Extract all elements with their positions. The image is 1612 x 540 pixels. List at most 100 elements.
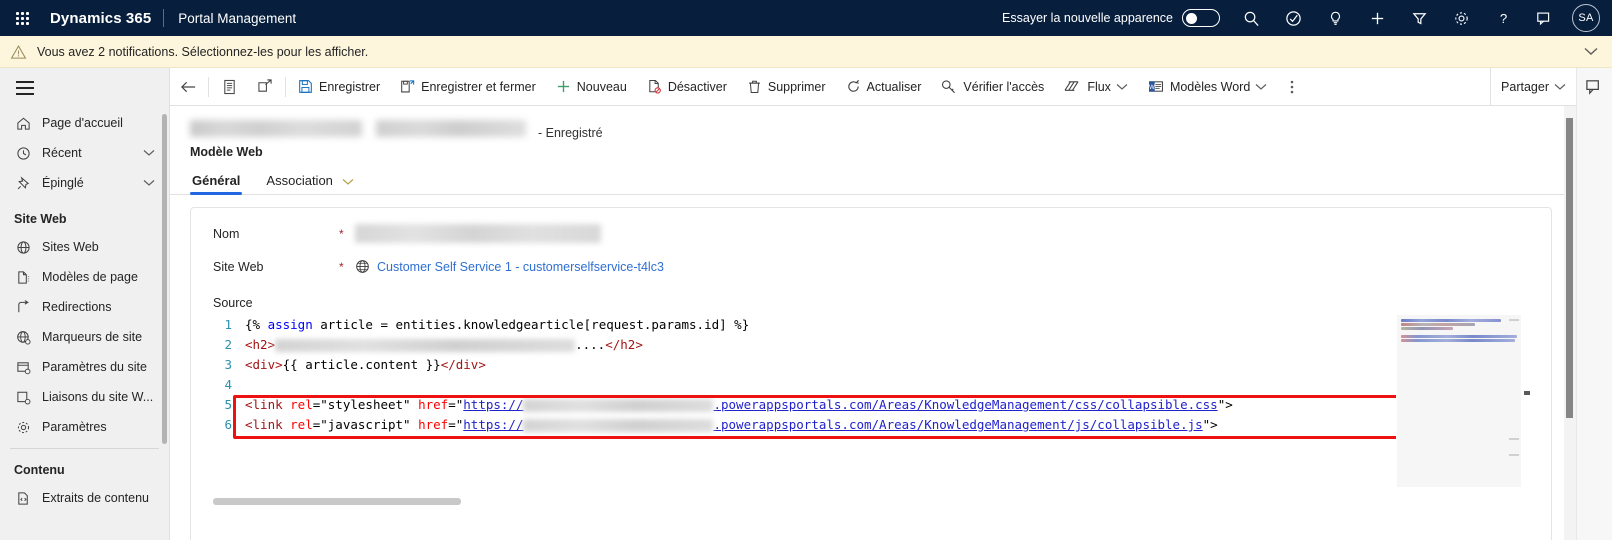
sidebar-scrollbar[interactable]: [162, 114, 167, 444]
main-content: Enregistrer Enregistrer et fermer Nouvea…: [170, 67, 1576, 540]
sidebar-item-home[interactable]: Page d'accueil: [0, 108, 169, 138]
chevron-down-icon[interactable]: [1584, 47, 1598, 56]
save-and-close-icon: [400, 79, 415, 94]
code-token: article = entities.knowledgearticle[requ…: [312, 317, 750, 332]
editor-minimap[interactable]: [1396, 315, 1521, 505]
sidebar-item-site-markers[interactable]: Marqueurs de site: [0, 322, 169, 352]
sidebar-item-settings[interactable]: Paramètres: [0, 412, 169, 442]
delete-label: Supprimer: [767, 79, 826, 94]
page-scrollbar-track[interactable]: [1564, 106, 1576, 540]
line-number: 2: [224, 337, 232, 352]
sidebar-item-label: Marqueurs de site: [42, 330, 143, 344]
refresh-button[interactable]: Actualiser: [836, 68, 932, 106]
sidebar-group-title-website: Site Web: [14, 212, 67, 226]
chevron-down-icon[interactable]: [1255, 83, 1267, 91]
app-name-label[interactable]: Portal Management: [164, 11, 296, 26]
field-label-site-web: Site Web: [213, 259, 264, 274]
command-bar-right: Partager: [1490, 67, 1576, 106]
code-url-token[interactable]: .powerappsportals.com/Areas/KnowledgeMan…: [713, 395, 1217, 415]
code-url-token[interactable]: https://: [463, 415, 523, 435]
minimap-marker: [1509, 319, 1519, 321]
editor-vertical-scrollbar[interactable]: [1521, 315, 1533, 505]
more-commands-icon[interactable]: [1277, 68, 1307, 106]
filter-icon[interactable]: [1398, 0, 1440, 36]
code-url-token[interactable]: .powerappsportals.com/Areas/KnowledgeMan…: [713, 415, 1202, 435]
clock-icon: [12, 146, 34, 161]
record-header: - Enregistré Modèle Web Général Associat…: [170, 106, 1576, 195]
word-templates-button[interactable]: W Modèles Word: [1138, 68, 1277, 106]
check-circle-icon[interactable]: [1272, 0, 1314, 36]
sidebar-item-redirects[interactable]: Redirections: [0, 292, 169, 322]
save-button[interactable]: Enregistrer: [288, 68, 390, 106]
tab-association[interactable]: Association: [264, 173, 355, 195]
form-selector-icon[interactable]: [211, 68, 247, 106]
sidebar-item-page-templates[interactable]: Modèles de page: [0, 262, 169, 292]
brand-title[interactable]: Dynamics 365: [44, 10, 163, 27]
code-redacted: [523, 398, 714, 412]
sidebar-group-title-content: Contenu: [14, 463, 65, 477]
flow-button[interactable]: Flux: [1054, 68, 1138, 106]
sidebar-item-pinned[interactable]: Épinglé: [0, 168, 169, 198]
chevron-down-icon[interactable]: [143, 149, 155, 157]
code-line: 1 {% assign article = entities.knowledge…: [213, 315, 1396, 335]
new-button[interactable]: Nouveau: [546, 68, 637, 106]
code-token: ="javascript": [312, 417, 419, 432]
field-label-nom: Nom: [213, 226, 240, 241]
editor-code-area[interactable]: 1 {% assign article = entities.knowledge…: [213, 315, 1396, 505]
page-scrollbar-thumb[interactable]: [1566, 118, 1573, 418]
share-button[interactable]: Partager: [1491, 68, 1576, 106]
website-lookup-field[interactable]: Customer Self Service 1 - customerselfse…: [355, 259, 664, 274]
avatar[interactable]: SA: [1572, 4, 1600, 32]
chevron-down-icon[interactable]: [143, 179, 155, 187]
sidebar-item-site-bindings[interactable]: Liaisons du site W...: [0, 382, 169, 412]
help-icon[interactable]: ?: [1482, 0, 1524, 36]
source-code-editor[interactable]: 1 {% assign article = entities.knowledge…: [213, 315, 1533, 505]
sidebar-item-websites[interactable]: Sites Web: [0, 232, 169, 262]
notification-bar[interactable]: Vous avez 2 notifications. Sélectionnez-…: [0, 36, 1612, 68]
add-icon[interactable]: [1356, 0, 1398, 36]
chevron-down-icon[interactable]: [1554, 83, 1566, 91]
tab-general[interactable]: Général: [190, 173, 243, 195]
minimap-marker: [1509, 438, 1519, 440]
globe-marker-icon: [12, 330, 34, 345]
form-scroll-area: - Enregistré Modèle Web Général Associat…: [170, 106, 1576, 540]
code-redacted: [275, 338, 576, 352]
site-map-toggle[interactable]: [0, 68, 169, 108]
website-lookup-value[interactable]: Customer Self Service 1 - customerselfse…: [377, 260, 664, 274]
settings-gear-icon[interactable]: [1440, 0, 1482, 36]
chevron-down-icon[interactable]: [342, 178, 354, 186]
code-line-highlighted: 5 <link rel ="stylesheet" href =" https://.…: [213, 395, 1396, 415]
deactivate-button[interactable]: Désactiver: [637, 68, 737, 106]
save-and-close-button[interactable]: Enregistrer et fermer: [390, 68, 546, 106]
lightbulb-icon[interactable]: [1314, 0, 1356, 36]
sidebar-item-site-settings[interactable]: Paramètres du site: [0, 352, 169, 382]
flow-icon: [1064, 79, 1081, 94]
check-access-button[interactable]: Vérifier l'accès: [931, 68, 1054, 106]
content-snippet-icon: [12, 491, 34, 506]
sidebar-item-recent[interactable]: Récent: [0, 138, 169, 168]
new-look-toggle[interactable]: [1182, 9, 1220, 27]
back-arrow-icon[interactable]: [170, 68, 206, 106]
copilot-panel-icon[interactable]: [1577, 68, 1612, 96]
minimap-viewport[interactable]: [1397, 315, 1521, 487]
svg-text:W: W: [1149, 84, 1155, 91]
code-token: <h2>: [245, 337, 276, 352]
svg-text:?: ?: [1499, 11, 1506, 26]
code-token: rel: [290, 397, 313, 412]
entity-type-label: Modèle Web: [190, 145, 263, 159]
search-icon[interactable]: [1230, 0, 1272, 36]
editor-horizontal-scrollbar[interactable]: [213, 498, 461, 505]
feedback-icon[interactable]: [1524, 0, 1566, 36]
chevron-down-icon[interactable]: [1116, 83, 1128, 91]
pop-out-icon[interactable]: [247, 68, 283, 106]
name-input[interactable]: [355, 224, 601, 243]
share-label: Partager: [1501, 79, 1549, 94]
sidebar-item-content-snippets[interactable]: Extraits de contenu: [0, 483, 169, 513]
redirect-arrow-icon: [12, 299, 34, 315]
line-number: 1: [224, 317, 232, 332]
code-url-token[interactable]: https://: [463, 395, 523, 415]
command-divider: [285, 76, 286, 97]
app-launcher-icon[interactable]: [0, 0, 44, 36]
delete-button[interactable]: Supprimer: [737, 68, 836, 106]
header-actions: Essayer la nouvelle apparence ? SA: [1002, 0, 1612, 36]
